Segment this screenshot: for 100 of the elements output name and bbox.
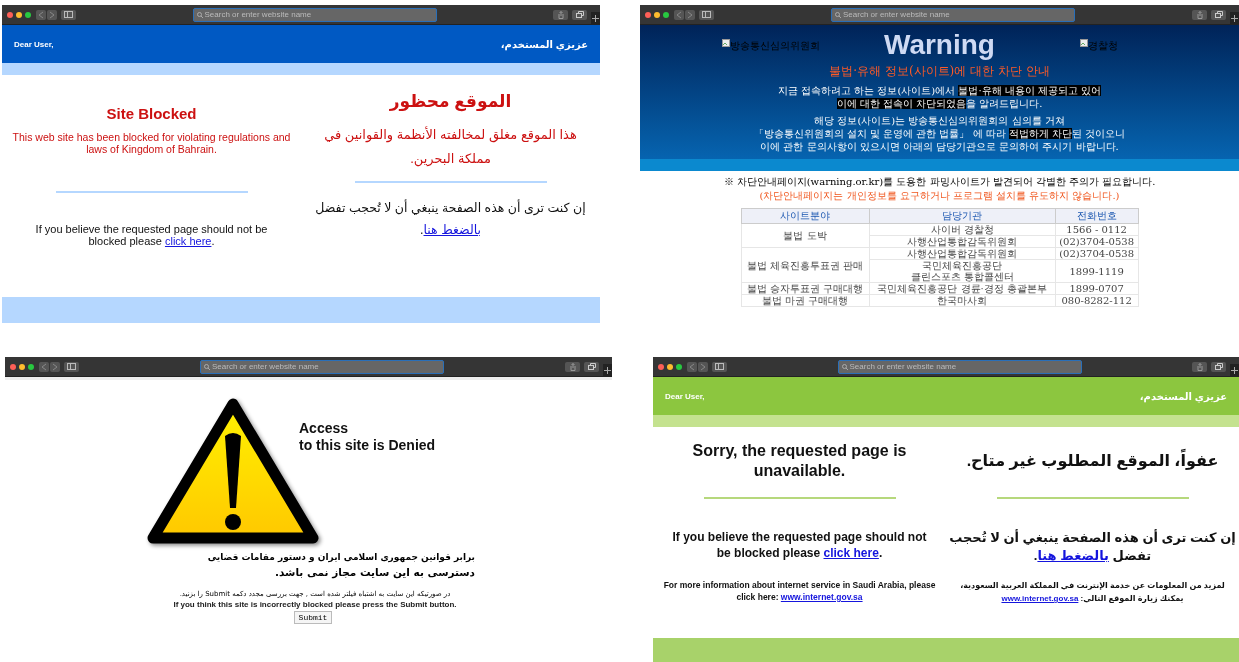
page-title: عفواً، الموقع المطلوب غير متاح.	[957, 441, 1228, 481]
warning-title: Warning	[883, 29, 996, 61]
table-cell: 사행산업통합감독위원회	[869, 247, 1056, 260]
search-icon	[841, 363, 848, 370]
notice-text: 「방송통신위원회의 설치 및 운영에 관한 법률」 에 따라 적법하게 차단된 것이오니	[752, 127, 1127, 140]
table-cell: 불법 승자투표권 구매대행	[741, 282, 870, 295]
sidebar-icon	[67, 363, 76, 370]
table-cell: 불법 마권 구매대행	[741, 294, 870, 307]
chevron-left-icon	[38, 10, 44, 19]
share-button[interactable]	[565, 361, 580, 372]
sidebar-button[interactable]	[712, 361, 727, 372]
new-tab-button[interactable]	[603, 364, 612, 376]
click-here-link[interactable]: بالضغط هنا	[1037, 548, 1109, 563]
greeting-text: Dear User,	[665, 391, 705, 401]
notice-text: 지금 접속하려고 하는 정보(사이트)에서 불법·유해 내용이 제공되고 있어	[776, 84, 1103, 97]
broken-image-icon	[1079, 39, 1088, 47]
notice-text: 이에 관한 문의사항이 있으시면 아래의 담당기관으로 문의하여 주시기 바랍니다.	[759, 140, 1120, 153]
search-field[interactable]: Search or enter website name	[837, 359, 1082, 374]
website-link[interactable]: www.internet.gov.sa	[1001, 594, 1079, 603]
table-cell: 사행산업통합감독위원회	[869, 235, 1056, 248]
appeal-text: إن كنت ترى أن هذه الصفحة ينبغي أن لا تُحجب تفضل بالضغط هنا.	[948, 529, 1237, 563]
denied-title: to this site is Denied	[299, 437, 436, 454]
sidebar-icon	[64, 11, 73, 18]
back-button[interactable]	[39, 361, 49, 372]
chevron-right-icon	[49, 10, 55, 19]
appeal-text: If you believe the requested page should not be blocked please click here.	[34, 223, 269, 247]
denied-title: Access	[299, 420, 350, 437]
sidebar-button[interactable]	[699, 9, 714, 20]
greeting-text: عزيزي المستخدم،	[500, 38, 588, 50]
forward-button[interactable]	[47, 9, 57, 20]
broken-image-icon	[721, 39, 730, 47]
forward-button[interactable]	[50, 361, 60, 372]
search-field[interactable]: Search or enter website name	[192, 7, 437, 22]
phishing-notice: ※ 차단안내페이지(warning.or.kr)를 도용한 파밍사이트가 발견되어 각별한 주의가 필요합니다.	[722, 175, 1157, 189]
table-cell: 080-8282-112	[1055, 294, 1138, 307]
column-header: 전화번호	[1055, 208, 1138, 224]
table-cell: 불법 도박	[741, 223, 870, 248]
share-icon	[557, 10, 564, 19]
greeting-text: Dear User,	[14, 39, 54, 49]
table-cell: 한국마사회	[869, 294, 1056, 307]
chevron-left-icon	[676, 10, 682, 19]
column-header: 담당기관	[869, 208, 1056, 224]
denied-message: برابر قوانین جمهوری اسلامی ایران و دستور مقامات قضایی	[206, 551, 475, 564]
notice-text: 해당 정보(사이트)는 방송통신심의위원회의 심의를 거쳐	[813, 114, 1066, 127]
page-title: Sorry, the requested page is unavailable.	[691, 441, 908, 481]
plus-icon	[604, 366, 611, 374]
share-icon	[1196, 10, 1203, 19]
table-cell: (02)3704-0538	[1055, 247, 1138, 260]
plus-icon	[1231, 366, 1238, 374]
sidebar-button[interactable]	[64, 361, 79, 372]
tabs-button[interactable]	[1211, 361, 1226, 372]
share-button[interactable]	[553, 9, 568, 20]
search-icon	[835, 11, 841, 18]
image-alt-text: 경찰청	[1087, 39, 1118, 53]
search-icon	[196, 11, 203, 18]
image-alt-text: 방송통신심의위원회	[729, 39, 820, 53]
tabs-button[interactable]	[1211, 9, 1226, 20]
chevron-right-icon	[700, 362, 706, 371]
chevron-left-icon	[41, 362, 47, 371]
search-field[interactable]: Search or enter website name	[831, 7, 1075, 22]
sidebar-button[interactable]	[61, 9, 76, 20]
click-here-link[interactable]: click here	[823, 546, 879, 560]
tabs-icon	[587, 363, 596, 370]
window-controls-icon[interactable]	[657, 362, 683, 371]
forward-button[interactable]	[685, 9, 695, 20]
new-tab-button[interactable]	[1230, 364, 1239, 376]
sidebar-icon	[702, 11, 711, 18]
table-cell: 사이버 경찰청	[869, 223, 1056, 236]
window-controls-icon[interactable]	[6, 10, 32, 19]
share-button[interactable]	[1192, 361, 1207, 372]
window-controls-icon[interactable]	[9, 362, 35, 371]
tabs-icon	[575, 11, 584, 18]
tabs-button[interactable]	[572, 9, 587, 20]
share-icon	[569, 362, 576, 371]
tabs-icon	[1214, 363, 1223, 370]
window-controls-icon[interactable]	[644, 10, 670, 19]
website-link[interactable]: www.internet.gov.sa	[780, 592, 863, 602]
tabs-button[interactable]	[584, 361, 599, 372]
chevron-right-icon	[687, 10, 693, 19]
greeting-text: عزيزي المستخدم،	[1139, 390, 1227, 402]
back-button[interactable]	[674, 9, 684, 20]
appeal-text: إن كنت ترى أن هذه الصفحة ينبغي أن لا تُحجب تفضل بالضغط هنا.	[314, 198, 587, 239]
search-icon	[204, 363, 210, 370]
chevron-right-icon	[52, 362, 58, 371]
click-here-link[interactable]: بالضغط هنا	[423, 223, 481, 237]
forward-button[interactable]	[698, 361, 708, 372]
share-button[interactable]	[1192, 9, 1207, 20]
block-message: هذا الموقع مغلق لمخالفته الأنظمة والقوانين في مملكة البحرين.	[323, 125, 578, 169]
new-tab-button[interactable]	[1230, 12, 1239, 24]
warning-subtitle: 불법·유해 정보(사이트)에 대한 차단 안내	[828, 63, 1051, 80]
back-button[interactable]	[687, 361, 697, 372]
table-cell: 국민체육진흥공단 클린스포츠 통합콜센터	[869, 259, 1056, 283]
back-button[interactable]	[36, 9, 46, 20]
search-field[interactable]: Search or enter website name	[200, 359, 444, 374]
submit-button[interactable]: Submit	[293, 611, 333, 624]
chevron-left-icon	[689, 362, 695, 371]
new-tab-button[interactable]	[591, 12, 600, 24]
appeal-text: If you believe the requested page should not be blocked please click here.	[671, 529, 928, 562]
table-cell: 불법 체육진흥투표권 판매	[741, 247, 870, 283]
info-text: For more information about internet service in Saudi Arabia, please click here: www.internet.gov.sa	[662, 579, 937, 603]
